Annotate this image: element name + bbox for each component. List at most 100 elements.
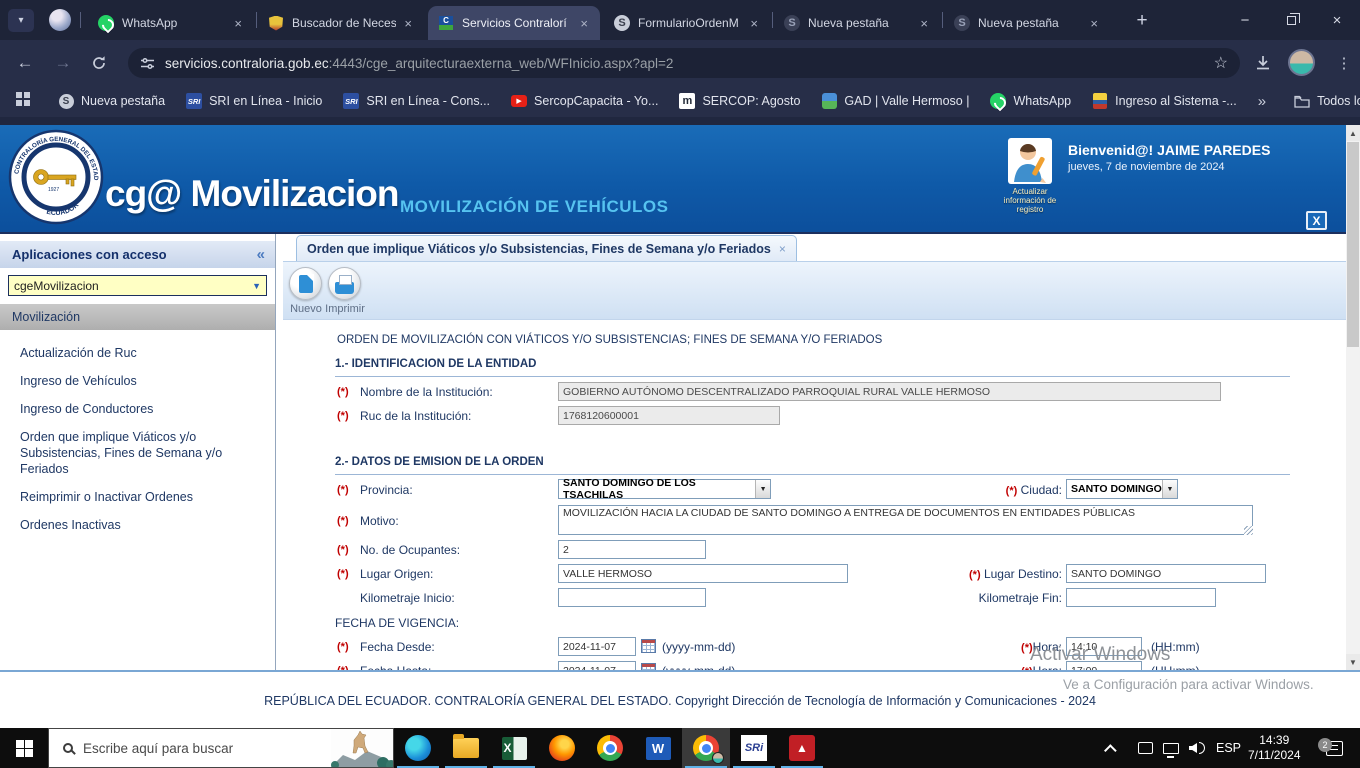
motivo-field[interactable]: MOVILIZACIÓN HACIA LA CIUDAD DE SANTO DO…	[558, 505, 1253, 535]
print-button[interactable]	[328, 267, 361, 300]
reload-button[interactable]	[84, 48, 114, 78]
tab-close-icon[interactable]: ×	[748, 16, 760, 31]
browser-tab-formulario[interactable]: S FormularioOrdenM ×	[604, 6, 770, 40]
sidebar-item-reimprimir[interactable]: Reimprimir o Inactivar Ordenes	[20, 489, 258, 505]
bookmark-gad-valle-hermoso[interactable]: GAD | Valle Hermoso |	[821, 93, 969, 109]
window-restore-button[interactable]	[1268, 0, 1314, 40]
omnibox[interactable]: servicios.contraloria.gob.ec:4443/cge_ar…	[128, 48, 1240, 78]
tab-close-icon[interactable]: ×	[1088, 16, 1100, 31]
downloads-button[interactable]	[1248, 48, 1278, 78]
tab-search-button[interactable]: ▾	[8, 9, 34, 32]
taskbar-word[interactable]: W	[634, 728, 682, 768]
tray-device[interactable]	[1138, 728, 1153, 768]
all-bookmarks-button[interactable]: Todos los marcadores	[1294, 93, 1360, 109]
bookmark-nueva-pestana[interactable]: S Nueva pestaña	[58, 93, 165, 109]
url-text[interactable]: servicios.contraloria.gob.ec:4443/cge_ar…	[165, 56, 1206, 71]
taskbar-excel[interactable]	[490, 728, 538, 768]
ruc-institucion-field[interactable]	[558, 406, 780, 425]
document-tab-close-icon[interactable]: ×	[779, 242, 786, 256]
bookmark-star-icon[interactable]: ☆	[1214, 53, 1228, 73]
profile-avatar[interactable]	[1288, 49, 1315, 76]
browser-tab-nueva-2[interactable]: S Nueva pestaña ×	[944, 6, 1110, 40]
lugar-destino-field[interactable]	[1066, 564, 1266, 583]
sidebar-item-actualizacion-ruc[interactable]: Actualización de Ruc	[20, 345, 258, 361]
page-scrollbar[interactable]: ▲ ▼	[1346, 125, 1360, 670]
window-close-button[interactable]: ×	[1314, 0, 1360, 40]
tray-show-hidden[interactable]	[1104, 728, 1117, 768]
window-minimize-button[interactable]: −	[1222, 0, 1268, 40]
sidebar-item-ingreso-conductores[interactable]: Ingreso de Conductores	[20, 401, 258, 417]
browser-tab-servicios-active[interactable]: C Servicios Contralorí ×	[428, 6, 600, 40]
tab-close-icon[interactable]: ×	[578, 16, 590, 31]
taskbar-firefox[interactable]	[538, 728, 586, 768]
browser-tab-buscador[interactable]: Buscador de Necesi ×	[258, 6, 424, 40]
tray-language[interactable]: ESP	[1216, 728, 1241, 768]
tab-close-icon[interactable]: ×	[402, 16, 414, 31]
browser-tab-nueva-1[interactable]: S Nueva pestaña ×	[774, 6, 940, 40]
bookmark-sercop-agosto[interactable]: m SERCOP: Agosto	[679, 93, 800, 109]
sidebar-item-orden-viaticos[interactable]: Orden que implique Viáticos y/o Subsiste…	[20, 429, 258, 477]
taskbar-file-explorer[interactable]	[442, 728, 490, 768]
avatar-caption: Actualizar información de registro	[1003, 187, 1057, 214]
tab-close-icon[interactable]: ×	[232, 16, 244, 31]
chrome-icon	[597, 735, 623, 761]
ocupantes-field[interactable]	[558, 540, 706, 559]
browser-tab-whatsapp[interactable]: WhatsApp ×	[88, 6, 254, 40]
taskbar-search-input[interactable]	[83, 740, 331, 756]
fecha-hasta-field[interactable]	[558, 661, 636, 670]
application-select[interactable]: cgeMovilizacion ▼	[8, 275, 267, 296]
forward-button[interactable]: →	[48, 48, 78, 78]
start-button[interactable]	[0, 728, 48, 768]
browser-menu-button[interactable]: ⋮	[1332, 48, 1356, 78]
scroll-up-arrow[interactable]: ▲	[1346, 125, 1360, 141]
tray-network[interactable]	[1163, 728, 1179, 768]
site-info-icon[interactable]	[140, 56, 155, 71]
kilometraje-fin-field[interactable]	[1066, 588, 1216, 607]
bookmark-whatsapp[interactable]: WhatsApp	[990, 93, 1071, 109]
taskbar-chrome-active[interactable]	[682, 728, 730, 768]
sidebar-title: Aplicaciones con acceso «	[0, 241, 275, 268]
taskbar-edge[interactable]	[394, 728, 442, 768]
update-profile-avatar[interactable]	[1008, 138, 1052, 184]
sidebar-item-ordenes-inactivas[interactable]: Ordenes Inactivas	[20, 517, 258, 533]
action-center-button[interactable]: 2	[1318, 728, 1343, 768]
folder-icon	[1294, 93, 1310, 109]
pinned-tab[interactable]	[49, 9, 71, 31]
taskbar-acrobat[interactable]: ▲	[778, 728, 826, 768]
calendar-icon[interactable]	[641, 639, 656, 653]
bookmark-sercopcapacita[interactable]: ▶ SercopCapacita - Yo...	[511, 93, 658, 109]
textarea-resize-handle[interactable]	[1244, 526, 1253, 535]
kilometraje-inicio-field[interactable]	[558, 588, 706, 607]
logout-close-button[interactable]: X	[1306, 211, 1327, 230]
apps-grid-icon[interactable]	[16, 91, 30, 111]
provincia-select[interactable]: SANTO DOMINGO DE LOS TSACHILAS ▼	[558, 477, 771, 501]
scroll-down-arrow[interactable]: ▼	[1346, 654, 1360, 670]
back-button[interactable]: ←	[10, 48, 40, 78]
collapse-sidebar-icon[interactable]: «	[257, 246, 265, 263]
bookmark-sri-inicio[interactable]: SRI SRI en Línea - Inicio	[186, 93, 322, 109]
new-button[interactable]	[289, 267, 322, 300]
sidebar: Aplicaciones con acceso « cgeMovilizacio…	[0, 234, 276, 670]
scrollbar-thumb[interactable]	[1347, 142, 1359, 347]
sidebar-item-ingreso-vehiculos[interactable]: Ingreso de Vehículos	[20, 373, 258, 389]
whatsapp-icon	[98, 15, 114, 31]
application-select-value: cgeMovilizacion	[14, 278, 99, 293]
calendar-icon[interactable]	[641, 663, 656, 670]
taskbar-search[interactable]	[48, 728, 394, 768]
fecha-desde-field[interactable]	[558, 637, 636, 656]
tray-volume[interactable]	[1189, 728, 1205, 768]
lugar-origen-field[interactable]	[558, 564, 848, 583]
bookmark-ingreso-sistema[interactable]: Ingreso al Sistema -...	[1092, 93, 1237, 109]
taskbar-chrome[interactable]	[586, 728, 634, 768]
bookmark-sri-consultas[interactable]: SRI SRI en Línea - Cons...	[343, 93, 490, 109]
new-tab-button[interactable]: +	[1128, 8, 1156, 34]
tray-clock[interactable]: 14:39 7/11/2024	[1248, 728, 1301, 768]
search-highlight-wolf-image[interactable]	[331, 729, 393, 767]
tab-close-icon[interactable]: ×	[918, 16, 930, 31]
document-tab-orden[interactable]: Orden que implique Viáticos y/o Subsiste…	[296, 235, 797, 261]
taskbar-sri[interactable]: SRi	[730, 728, 778, 768]
ciudad-select[interactable]: SANTO DOMINGO ▼	[1066, 479, 1178, 499]
sidebar-group-movilizacion[interactable]: Movilización	[0, 304, 275, 330]
bookmarks-overflow-button[interactable]: »	[1258, 93, 1266, 110]
nombre-institucion-field[interactable]	[558, 382, 1221, 401]
